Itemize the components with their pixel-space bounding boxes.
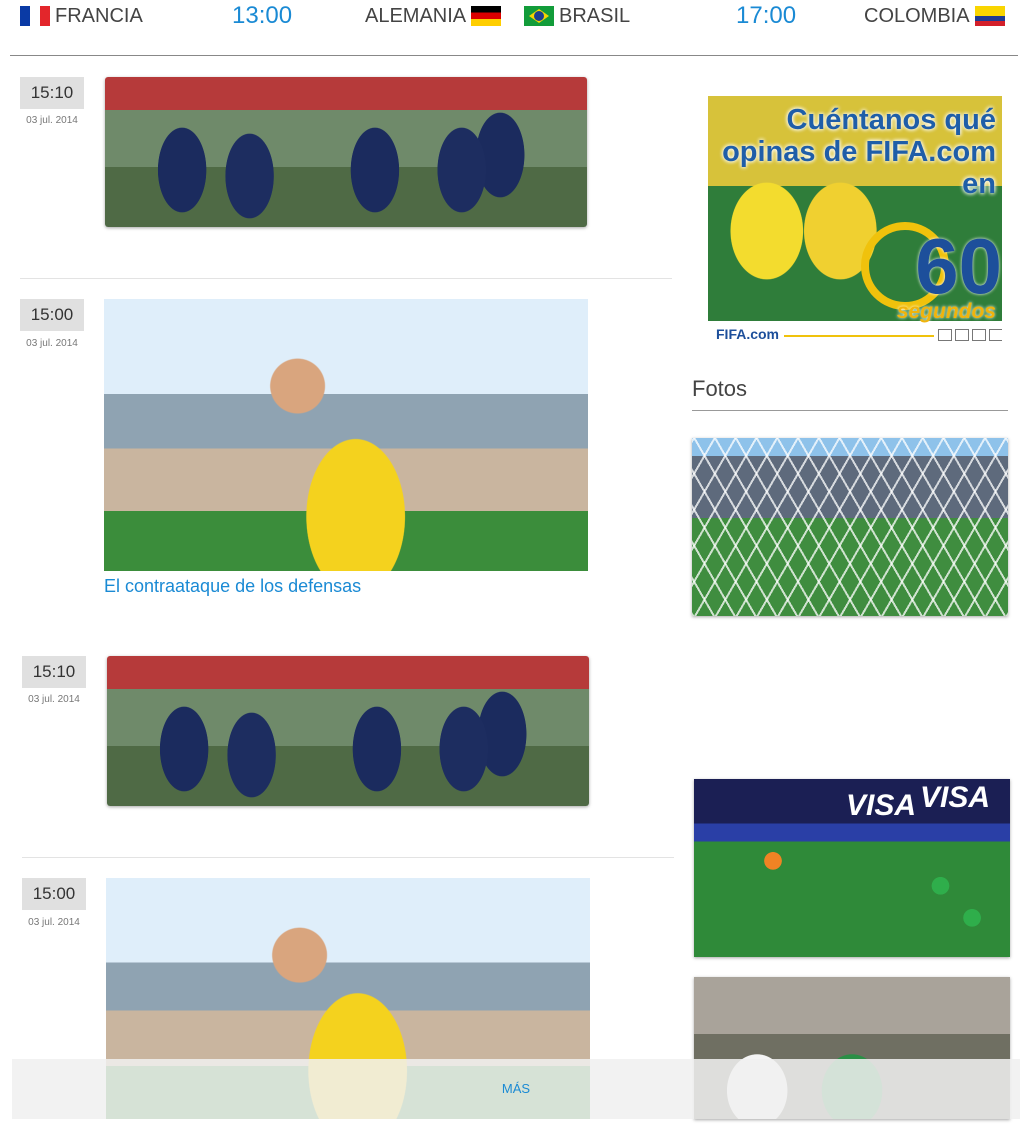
ad-unit: segundos	[896, 300, 996, 323]
match-2-home-name: BRASIL	[559, 4, 631, 27]
flag-colombia-icon	[974, 6, 1005, 26]
ad-icons	[938, 329, 1002, 341]
entry-2-title-link[interactable]: El contraataque de los defensas	[104, 576, 361, 597]
entry-3-time: 15:10	[22, 656, 86, 688]
match-1-away[interactable]: ALEMANIA	[365, 4, 502, 28]
visa-banner-text: VISA	[920, 781, 991, 814]
device-icon	[989, 329, 1002, 341]
match-1-away-name: ALEMANIA	[365, 4, 467, 27]
flag-germany-icon	[471, 6, 502, 26]
photo-goalkeeper[interactable]: VISA VISA	[694, 779, 1010, 957]
entry-divider	[22, 857, 674, 858]
entry-4-time: 15:00	[22, 878, 86, 910]
flag-france-icon	[20, 6, 50, 26]
visa-banner-text: VISA	[846, 789, 917, 822]
match-1-home-name: FRANCIA	[55, 4, 143, 27]
ad-headline: Cuéntanos qué opinas de FIFA.com en	[722, 104, 996, 200]
entry-3-date: 03 jul. 2014	[28, 694, 80, 705]
entry-2-photo[interactable]	[104, 299, 588, 571]
section-divider	[692, 410, 1008, 411]
section-title-fotos: Fotos	[692, 376, 748, 401]
entry-3-photo[interactable]	[107, 656, 589, 806]
ad-divider	[784, 335, 934, 337]
more-button[interactable]: MÁS	[12, 1081, 1020, 1096]
ad-headline-line3: en	[962, 168, 996, 200]
entry-divider	[20, 278, 672, 279]
match-2-home[interactable]: BRASIL	[524, 4, 630, 28]
match-1-time[interactable]: 13:00	[232, 2, 292, 30]
entry-4-date: 03 jul. 2014	[28, 917, 80, 928]
fifa-survey-ad[interactable]: Cuéntanos qué opinas de FIFA.com en 60 s…	[708, 96, 1002, 346]
ad-headline-line2: opinas de FIFA.com	[722, 136, 996, 168]
match-2-time[interactable]: 17:00	[736, 2, 796, 30]
top-divider	[10, 55, 1018, 56]
ad-headline-line1: Cuéntanos qué	[786, 104, 996, 136]
more-overlay: MÁS	[12, 1059, 1020, 1119]
entry-1-time: 15:10	[20, 77, 84, 109]
device-icon	[972, 329, 986, 341]
entry-2-date: 03 jul. 2014	[26, 338, 78, 349]
match-2-away-name: COLOMBIA	[864, 4, 970, 27]
device-icon	[955, 329, 969, 341]
flag-brazil-icon	[524, 6, 554, 26]
entry-2-time: 15:00	[20, 299, 84, 331]
match-2-away[interactable]: COLOMBIA	[864, 4, 1005, 28]
match-bar: FRANCIA 13:00 ALEMANIA BRASIL 17:00 COLO…	[0, 0, 1021, 42]
entry-1-date: 03 jul. 2014	[26, 115, 78, 126]
entry-1-photo[interactable]	[105, 77, 587, 227]
photo-goal-net[interactable]	[692, 438, 1008, 616]
fifa-logo: FIFA.com	[716, 326, 780, 342]
match-1-home[interactable]: FRANCIA	[20, 4, 143, 28]
device-icon	[938, 329, 952, 341]
